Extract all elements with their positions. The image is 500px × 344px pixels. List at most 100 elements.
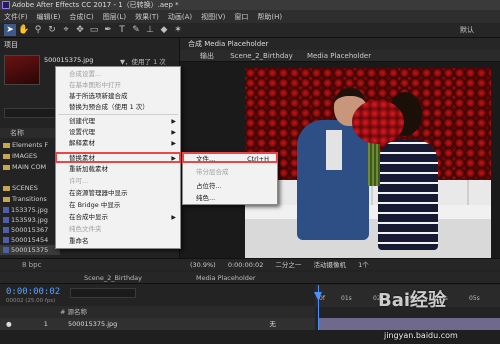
replace-footage-highlight: [55, 152, 181, 163]
name-column-label[interactable]: 名称: [10, 129, 24, 137]
menu-item-composition-settings[interactable]: 合成设置...: [56, 69, 180, 80]
timeline-frame-count: 00002 (25.00 fps): [6, 298, 56, 304]
submenu-arrow-icon: ▶: [171, 118, 176, 125]
zoom-tool-icon[interactable]: ⚲: [32, 24, 44, 36]
output-label: 输出: [200, 52, 214, 60]
pan-behind-tool-icon[interactable]: ✥: [74, 24, 86, 36]
submenu-arrow-icon: ▶: [171, 214, 176, 221]
composition-breadcrumb: 输出 Scene_2_Birthday Media Placeholder: [180, 50, 500, 62]
image-file-icon: [3, 247, 9, 253]
menu-item-open-essential-graphics[interactable]: 在基本图形中打开: [56, 80, 180, 91]
menu-item-solids-folder[interactable]: 纯色文件夹: [56, 224, 180, 235]
ruler-tick: 05s: [469, 295, 480, 302]
camera-tool-icon[interactable]: ⌖: [60, 24, 72, 36]
timeline-tabs: Scene_2_Birthday Media Placeholder: [0, 272, 500, 284]
puppet-tool-icon[interactable]: ✶: [172, 24, 184, 36]
menu-item-reveal-in-comp[interactable]: 在合成中显示 ▶: [56, 212, 180, 223]
menu-edit[interactable]: 编辑(E): [37, 12, 61, 22]
breadcrumb-scene[interactable]: Scene_2_Birthday: [230, 52, 292, 60]
rotate-tool-icon[interactable]: ↻: [46, 24, 58, 36]
timeline-timecode[interactable]: 0:00:00:02: [6, 287, 60, 297]
eraser-tool-icon[interactable]: ◆: [158, 24, 170, 36]
rectangle-tool-icon[interactable]: ▭: [88, 24, 100, 36]
menu-help[interactable]: 帮助(H): [257, 12, 282, 22]
menu-item-interpret-footage[interactable]: 解释素材 ▶: [56, 138, 180, 149]
project-row[interactable]: IMAGES: [0, 151, 60, 161]
project-row[interactable]: Elements F: [0, 140, 60, 150]
submenu-item-solid[interactable]: 纯色...: [183, 193, 277, 204]
menu-animation[interactable]: 动画(A): [168, 12, 192, 22]
composition-tab[interactable]: 合成 Media Placeholder: [188, 40, 268, 48]
menu-effect[interactable]: 效果(T): [135, 12, 159, 22]
image-file-icon: [3, 207, 9, 213]
hand-tool-icon[interactable]: ✋: [18, 24, 30, 36]
breadcrumb-media[interactable]: Media Placeholder: [307, 52, 371, 60]
source-name-header[interactable]: # 源名称: [60, 308, 87, 316]
project-row[interactable]: 153593.jpg: [0, 215, 60, 225]
submenu-item-layered-comp[interactable]: 带分层合成: [183, 167, 277, 178]
ruler-tick: 01s: [341, 295, 352, 302]
project-row-selected[interactable]: 500015375: [0, 245, 60, 255]
file-item-highlight: [182, 152, 278, 163]
folder-icon: [3, 185, 10, 191]
menu-file[interactable]: 文件(F): [4, 12, 28, 22]
layer-number: 1: [43, 320, 48, 328]
menu-item-create-proxy[interactable]: 创建代理 ▶: [56, 116, 180, 127]
window-title: Adobe After Effects CC 2017 - 1（已转换）.aep…: [12, 1, 179, 9]
baidu-watermark: Bai经验: [378, 290, 447, 311]
views-select[interactable]: 1个: [358, 261, 369, 269]
pen-tool-icon[interactable]: ✒: [102, 24, 114, 36]
tools-toolbar: ➤ ✋ ⚲ ↻ ⌖ ✥ ▭ ✒ T ✎ ⊥ ◆ ✶ 默认: [0, 23, 500, 38]
camera-select[interactable]: 活动摄像机: [314, 261, 347, 269]
menu-layer[interactable]: 图层(L): [103, 12, 126, 22]
submenu-item-placeholder[interactable]: 占位符...: [183, 181, 277, 192]
viewer-timecode[interactable]: 0:00:00:02: [228, 261, 264, 269]
project-row[interactable]: MAIN COM: [0, 162, 60, 172]
menu-item-reveal-in-explorer[interactable]: 在资源管理器中显示: [56, 188, 180, 199]
type-tool-icon[interactable]: T: [116, 24, 128, 36]
bouquet-stems: [368, 140, 380, 186]
project-row[interactable]: 153375.jpg: [0, 205, 60, 215]
menu-composition[interactable]: 合成(C): [69, 12, 93, 22]
menu-item-set-proxy[interactable]: 设置代理 ▶: [56, 127, 180, 138]
project-tab[interactable]: 项目: [4, 40, 18, 50]
layer-name[interactable]: 500015375.jpg: [68, 320, 117, 328]
layer-duration-bar[interactable]: [318, 318, 500, 330]
timeline-tab-media[interactable]: Media Placeholder: [196, 272, 256, 284]
menu-item-replace-with-precomp[interactable]: 替换为预合成（使用 1 次）: [56, 102, 180, 113]
menu-item-rename[interactable]: 重命名: [56, 236, 180, 247]
folder-icon: [3, 153, 10, 159]
project-row[interactable]: SCENES: [0, 183, 60, 193]
stamp-tool-icon[interactable]: ⊥: [144, 24, 156, 36]
composition-panel-header: 合成 Media Placeholder: [180, 38, 500, 50]
baidu-watermark-url: jingyan.baidu.com: [384, 331, 458, 340]
parent-select[interactable]: 无: [269, 320, 276, 328]
eye-icon[interactable]: ●: [6, 320, 12, 328]
footage-name: 500015375.jpg: [44, 56, 94, 64]
project-footer: 8 bpc: [0, 258, 180, 270]
project-row[interactable]: Transitions: [0, 194, 60, 204]
timeline-search-input[interactable]: [70, 288, 136, 298]
menu-separator: [58, 114, 178, 115]
submenu-arrow-icon: ▶: [171, 140, 176, 147]
bit-depth-label[interactable]: 8 bpc: [22, 261, 41, 269]
menu-window[interactable]: 窗口: [234, 12, 248, 22]
selection-tool-icon[interactable]: ➤: [4, 24, 16, 36]
viewer-footer: (30.9%) 0:00:00:02 二分之一 活动摄像机 1个: [180, 258, 500, 270]
resolution-select[interactable]: 二分之一: [275, 261, 301, 269]
menu-item-reveal-in-bridge[interactable]: 在 Bridge 中显示: [56, 200, 180, 211]
submenu-arrow-icon: ▶: [171, 129, 176, 136]
after-effects-logo-icon: [2, 1, 10, 9]
menu-item-reload-footage[interactable]: 重新加载素材: [56, 164, 180, 175]
menu-view[interactable]: 视图(V): [201, 12, 225, 22]
zoom-level[interactable]: (30.9%): [190, 261, 216, 269]
project-row[interactable]: 500015367: [0, 225, 60, 235]
project-row[interactable]: 500015454: [0, 235, 60, 245]
timeline-tab-scene[interactable]: Scene_2_Birthday: [84, 272, 142, 284]
menu-item-license[interactable]: 许可...: [56, 176, 180, 187]
menu-item-new-comp-from-selection[interactable]: 基于所选项新建合成: [56, 91, 180, 102]
brush-tool-icon[interactable]: ✎: [130, 24, 142, 36]
title-bar: Adobe After Effects CC 2017 - 1（已转换）.aep…: [0, 0, 500, 10]
layer-row[interactable]: ● 1 500015375.jpg 无: [0, 318, 315, 330]
workspace-label[interactable]: 默认: [460, 25, 474, 35]
